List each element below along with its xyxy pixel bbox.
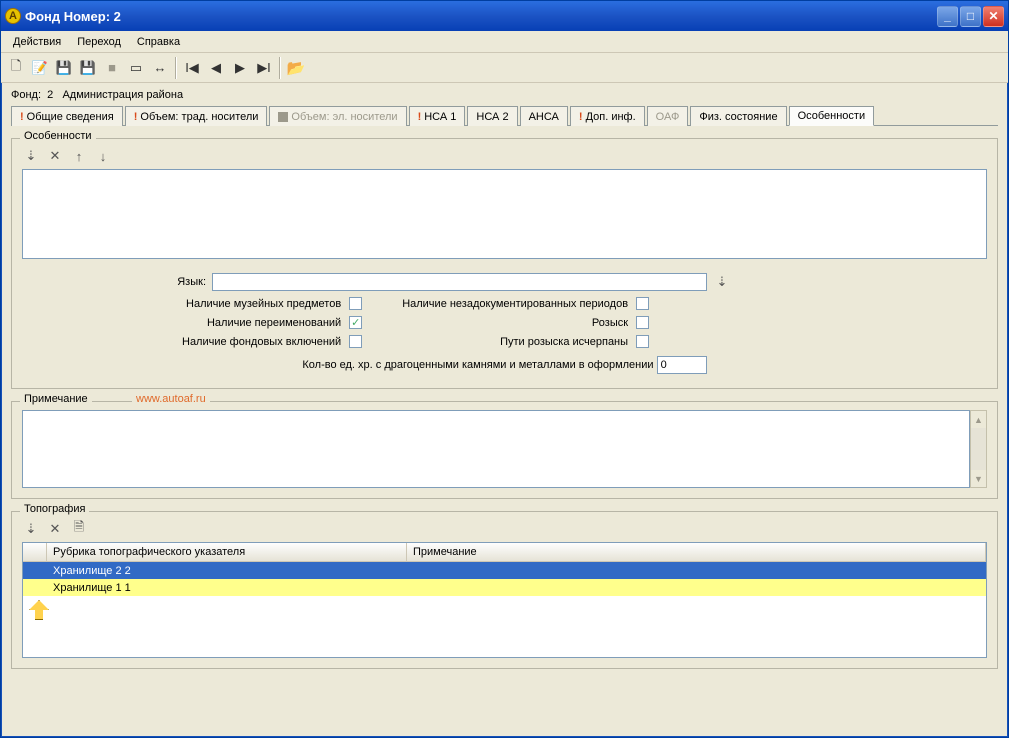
breadcrumb-prefix: Фонд: xyxy=(11,89,41,101)
inclusions-label: Наличие фондовых включений xyxy=(182,336,341,348)
exhausted-checkbox[interactable] xyxy=(636,335,649,348)
tab-oaf[interactable]: ОАФ xyxy=(647,106,689,126)
scroll-up-icon[interactable]: ▲ xyxy=(971,411,986,428)
open-folder-button[interactable]: 📂 xyxy=(285,57,307,79)
app-icon: А xyxy=(5,8,21,24)
watermark-text: www.autoaf.ru xyxy=(132,393,210,405)
gems-count-label: Кол-во ед. хр. с драгоценными камнями и … xyxy=(302,359,653,371)
close-button[interactable]: ✕ xyxy=(983,6,1004,27)
menu-goto[interactable]: Переход xyxy=(69,34,129,50)
titlebar[interactable]: А Фонд Номер: 2 _ □ ✕ xyxy=(1,1,1008,31)
delete-icon[interactable]: ✕ xyxy=(46,147,64,165)
arrow-up-icon[interactable]: ↑ xyxy=(70,147,88,165)
breadcrumb-number: 2 xyxy=(47,89,53,101)
tab-vol-el[interactable]: Объем: эл. носители xyxy=(269,106,406,126)
checkbox-block: Наличие музейных предметов Наличие переи… xyxy=(22,297,987,348)
anchor-down-icon[interactable]: ⇣ xyxy=(22,147,40,165)
save-button: 💾 xyxy=(53,57,75,79)
maximize-button[interactable]: □ xyxy=(960,6,981,27)
museum-checkbox[interactable] xyxy=(349,297,362,310)
renames-checkbox[interactable] xyxy=(349,316,362,329)
square-icon xyxy=(278,112,288,122)
anchor-down-icon[interactable]: ⇣ xyxy=(22,520,40,538)
note-scrollbar[interactable]: ▲ ▼ xyxy=(970,410,987,488)
new-button[interactable]: 🗋 xyxy=(5,57,27,79)
breadcrumb: Фонд: 2 Администрация района xyxy=(11,89,998,101)
topography-toolbar: ⇣ ✕ 🗎 xyxy=(22,520,987,538)
toolbar-separator xyxy=(175,57,177,79)
width-button[interactable]: ↔ xyxy=(149,57,171,79)
topography-table: Рубрика топографического указателя Приме… xyxy=(22,542,987,658)
document-icon[interactable]: 🗎 xyxy=(70,520,88,538)
exclamation-icon: ! xyxy=(418,111,422,123)
first-button[interactable]: I◀ xyxy=(181,57,203,79)
note-group: Примечание www.autoaf.ru ▲ ▼ xyxy=(11,401,998,499)
search-label: Розыск xyxy=(592,317,628,329)
table-row[interactable]: Хранилище 2 2 xyxy=(23,562,986,579)
inclusions-checkbox[interactable] xyxy=(349,335,362,348)
table-header: Рубрика топографического указателя Приме… xyxy=(23,543,986,562)
window: А Фонд Номер: 2 _ □ ✕ Действия Переход С… xyxy=(0,0,1009,738)
undoc-label: Наличие незадокументированных периодов xyxy=(402,298,628,310)
language-label: Язык: xyxy=(22,276,212,288)
tab-features[interactable]: Особенности xyxy=(789,106,875,126)
stop-button: ■ xyxy=(101,57,123,79)
topography-legend: Топография xyxy=(20,503,89,515)
delete-icon[interactable]: ✕ xyxy=(46,520,64,538)
last-button[interactable]: ▶I xyxy=(253,57,275,79)
features-group: Особенности ⇣ ✕ ↑ ↓ Язык: ⇣ Наличие музе… xyxy=(11,138,998,389)
row-marker xyxy=(23,570,47,572)
toolbar-separator xyxy=(279,57,281,79)
features-toolbar: ⇣ ✕ ↑ ↓ xyxy=(22,147,987,165)
undoc-checkbox[interactable] xyxy=(636,297,649,310)
search-checkbox[interactable] xyxy=(636,316,649,329)
menu-help[interactable]: Справка xyxy=(129,34,188,50)
gems-count-input[interactable]: 0 xyxy=(657,356,707,374)
cell-rubric: Хранилище 2 2 xyxy=(47,564,137,578)
scroll-down-icon[interactable]: ▼ xyxy=(971,470,986,487)
window-title: Фонд Номер: 2 xyxy=(25,9,937,24)
next-button[interactable]: ▶ xyxy=(229,57,251,79)
museum-label: Наличие музейных предметов xyxy=(186,298,341,310)
note-legend: Примечание xyxy=(20,393,92,405)
language-input[interactable] xyxy=(212,273,707,291)
edit-button[interactable]: 📝 xyxy=(29,57,51,79)
minimize-button[interactable]: _ xyxy=(937,6,958,27)
tab-ansa[interactable]: АНСА xyxy=(520,106,568,126)
tab-nsa1[interactable]: !НСА 1 xyxy=(409,106,466,126)
content: Фонд: 2 Администрация района !Общие свед… xyxy=(1,83,1008,737)
tab-phys[interactable]: Физ. состояние xyxy=(690,106,786,126)
topography-group: Топография ⇣ ✕ 🗎 Рубрика топографическог… xyxy=(11,511,998,669)
up-arrow-icon[interactable] xyxy=(23,596,986,627)
prev-button[interactable]: ◀ xyxy=(205,57,227,79)
col-rubric[interactable]: Рубрика топографического указателя xyxy=(47,543,407,561)
tabs: !Общие сведения !Объем: трад. носители О… xyxy=(11,105,998,126)
col-note[interactable]: Примечание xyxy=(407,543,986,561)
tab-body: Особенности ⇣ ✕ ↑ ↓ Язык: ⇣ Наличие музе… xyxy=(11,126,998,727)
tab-nsa2[interactable]: НСА 2 xyxy=(467,106,517,126)
exclamation-icon: ! xyxy=(134,111,138,123)
features-legend: Особенности xyxy=(20,130,96,142)
tab-addinfo[interactable]: !Доп. инф. xyxy=(570,106,645,126)
row-marker-header xyxy=(23,543,47,561)
features-textarea[interactable] xyxy=(22,169,987,259)
cell-rubric: Хранилище 1 1 xyxy=(47,581,137,595)
arrow-down-icon[interactable]: ↓ xyxy=(94,147,112,165)
row-marker xyxy=(23,587,47,589)
note-textarea[interactable] xyxy=(22,410,970,488)
breadcrumb-name: Администрация района xyxy=(62,89,183,101)
menu-actions[interactable]: Действия xyxy=(5,34,69,50)
table-row[interactable]: Хранилище 1 1 xyxy=(23,579,986,596)
tab-general[interactable]: !Общие сведения xyxy=(11,106,123,126)
renames-label: Наличие переименований xyxy=(207,317,341,329)
menubar: Действия Переход Справка xyxy=(1,31,1008,53)
anchor-down-icon[interactable]: ⇣ xyxy=(713,273,731,291)
form-button[interactable]: ▭ xyxy=(125,57,147,79)
exclamation-icon: ! xyxy=(20,111,24,123)
toolbar: 🗋 📝 💾 💾 ■ ▭ ↔ I◀ ◀ ▶ ▶I 📂 xyxy=(1,53,1008,83)
exclamation-icon: ! xyxy=(579,111,583,123)
saveall-button: 💾 xyxy=(77,57,99,79)
tab-vol-trad[interactable]: !Объем: трад. носители xyxy=(125,106,268,126)
exhausted-label: Пути розыска исчерпаны xyxy=(500,336,628,348)
